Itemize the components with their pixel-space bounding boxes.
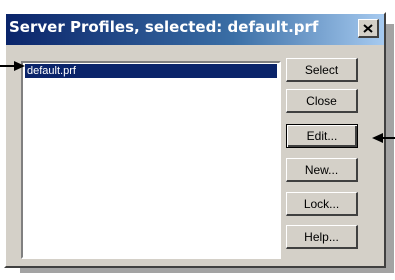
- new-button[interactable]: New...: [286, 158, 358, 182]
- arrow-pointer-icon: [0, 61, 25, 71]
- close-button[interactable]: Close: [286, 89, 358, 113]
- server-profiles-dialog: Server Profiles, selected: default.prf d…: [4, 12, 386, 268]
- lock-button[interactable]: Lock...: [286, 192, 358, 216]
- profile-item-default[interactable]: default.prf: [25, 64, 277, 78]
- select-button[interactable]: Select: [286, 58, 358, 82]
- window-title: Server Profiles, selected: default.prf: [9, 18, 319, 36]
- title-bar[interactable]: Server Profiles, selected: default.prf: [6, 14, 384, 45]
- close-window-button[interactable]: [358, 19, 379, 38]
- help-button[interactable]: Help...: [286, 225, 358, 249]
- profiles-listbox[interactable]: default.prf: [21, 61, 281, 259]
- arrow-pointer-icon: [372, 133, 395, 143]
- edit-button[interactable]: Edit...: [286, 124, 358, 148]
- close-icon: [363, 23, 373, 33]
